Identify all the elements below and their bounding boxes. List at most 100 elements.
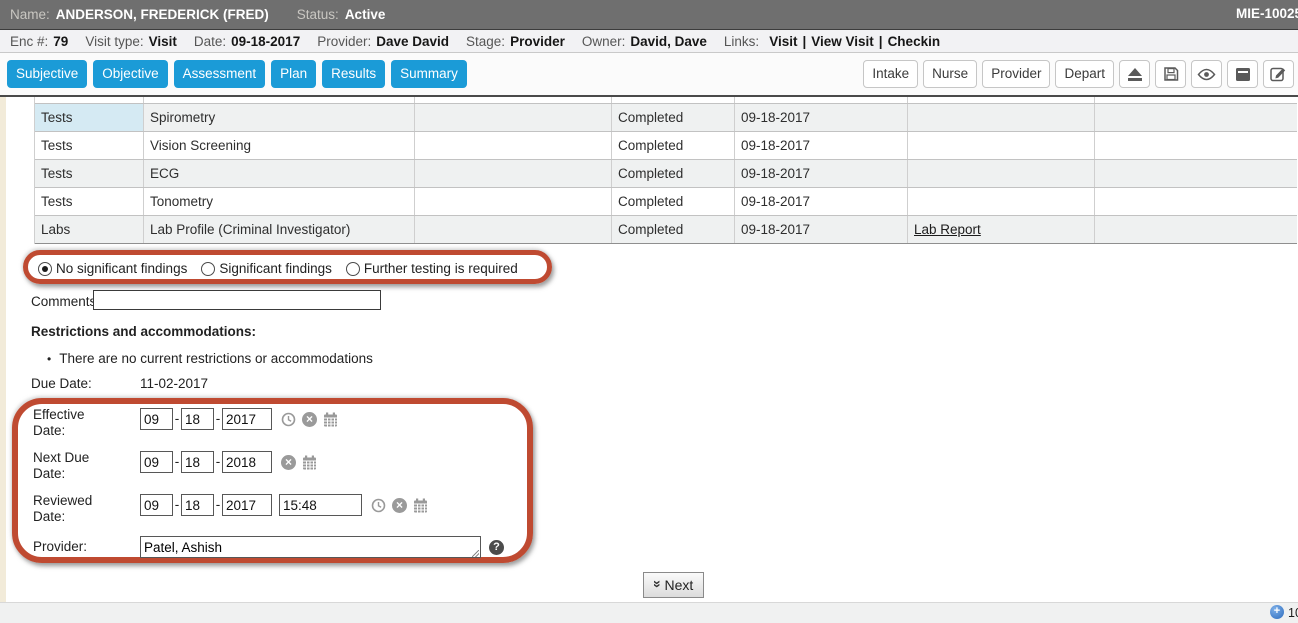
next-button-label: Next bbox=[665, 577, 694, 593]
link-checkin[interactable]: Checkin bbox=[888, 34, 941, 49]
view-button[interactable] bbox=[1191, 60, 1222, 88]
effective-day-input[interactable] bbox=[181, 408, 214, 430]
due-date-label: Due Date: bbox=[31, 376, 92, 391]
cell-status: Completed bbox=[612, 216, 735, 243]
cell-name: Vision Screening bbox=[144, 132, 415, 159]
reviewed-time-input[interactable] bbox=[279, 494, 362, 516]
clear-icon[interactable] bbox=[281, 455, 296, 470]
reviewed-month-input[interactable] bbox=[140, 494, 173, 516]
patient-status-group: Status: Active bbox=[297, 7, 386, 22]
radio-icon[interactable] bbox=[38, 262, 52, 276]
chart-toolbar: Subjective Objective Assessment Plan Res… bbox=[0, 53, 1298, 97]
clear-icon[interactable] bbox=[392, 498, 407, 513]
cell-date: 09-18-2017 bbox=[735, 216, 908, 243]
links-label: Links: bbox=[724, 34, 759, 49]
browser-zoom-icon[interactable] bbox=[1270, 605, 1284, 619]
patient-titlebar: Name: ANDERSON, FREDERICK (FRED) Status:… bbox=[0, 0, 1298, 30]
table-row-spirometry: Tests Spirometry Completed 09-18-2017 bbox=[35, 104, 1297, 132]
tab-assessment[interactable]: Assessment bbox=[174, 60, 266, 88]
save-button[interactable] bbox=[1155, 60, 1186, 88]
depart-button[interactable]: Depart bbox=[1055, 60, 1114, 88]
form-provider-input[interactable] bbox=[140, 536, 481, 558]
calendar-icon[interactable] bbox=[302, 455, 317, 470]
table-row-tonometry: Tests Tonometry Completed 09-18-2017 bbox=[35, 188, 1297, 216]
eject-button[interactable] bbox=[1119, 60, 1150, 88]
date-dash: - bbox=[215, 411, 221, 426]
cell-status: Completed bbox=[612, 104, 735, 131]
tab-objective[interactable]: Objective bbox=[93, 60, 167, 88]
record-id: MIE-10025 bbox=[1236, 6, 1298, 21]
tab-summary[interactable]: Summary bbox=[391, 60, 467, 88]
visit-type-group: Visit type: Visit bbox=[85, 34, 177, 49]
tab-results[interactable]: Results bbox=[322, 60, 385, 88]
findings-radio-group: No significant findings Significant find… bbox=[38, 261, 518, 276]
help-icon[interactable] bbox=[489, 540, 504, 555]
patient-status-value: Active bbox=[345, 7, 386, 22]
calendar-icon[interactable] bbox=[413, 498, 428, 513]
effective-month-input[interactable] bbox=[140, 408, 173, 430]
status-bar bbox=[0, 602, 1298, 623]
enc-number-value: 79 bbox=[53, 34, 68, 49]
reviewed-year-input[interactable] bbox=[222, 494, 272, 516]
date-dash: - bbox=[174, 497, 180, 512]
resize-grip-icon[interactable] bbox=[472, 550, 479, 557]
edit-icon bbox=[1270, 66, 1287, 82]
comments-input[interactable] bbox=[93, 290, 381, 310]
lab-report-link[interactable]: Lab Report bbox=[914, 222, 981, 237]
radio-significant-findings[interactable]: Significant findings bbox=[201, 261, 332, 276]
double-chevron-down-icon: » bbox=[650, 580, 666, 588]
nextdue-month-input[interactable] bbox=[140, 451, 173, 473]
owner-group: Owner: David, Dave bbox=[582, 34, 707, 49]
radio-further-testing[interactable]: Further testing is required bbox=[346, 261, 518, 276]
visit-date-value: 09-18-2017 bbox=[231, 34, 300, 49]
date-dash: - bbox=[215, 497, 221, 512]
owner-label: Owner: bbox=[582, 34, 626, 49]
cell-type: Labs bbox=[35, 216, 144, 243]
restrictions-bullet-item: • There are no current restrictions or ac… bbox=[47, 351, 373, 366]
link-view-visit[interactable]: View Visit bbox=[811, 34, 874, 49]
calendar-icon[interactable] bbox=[323, 412, 338, 427]
visit-type-label: Visit type: bbox=[85, 34, 143, 49]
archive-button[interactable] bbox=[1227, 60, 1258, 88]
nextdue-day-input[interactable] bbox=[181, 451, 214, 473]
next-button[interactable]: » Next bbox=[643, 572, 704, 598]
cell-name: ECG bbox=[144, 160, 415, 187]
clear-icon[interactable] bbox=[302, 412, 317, 427]
clock-icon[interactable] bbox=[371, 498, 386, 513]
owner-value: David, Dave bbox=[630, 34, 707, 49]
table-row-ecg: Tests ECG Completed 09-18-2017 bbox=[35, 160, 1297, 188]
edit-button[interactable] bbox=[1263, 60, 1294, 88]
cell-name: Tonometry bbox=[144, 188, 415, 215]
link-separator: | bbox=[802, 34, 806, 49]
cell-status: Completed bbox=[612, 132, 735, 159]
nextdue-year-input[interactable] bbox=[222, 451, 272, 473]
cell-type: Tests bbox=[35, 188, 144, 215]
radio-no-significant-findings[interactable]: No significant findings bbox=[38, 261, 187, 276]
browser-zoom-level: 100% bbox=[1288, 606, 1298, 620]
chart-tabs: Subjective Objective Assessment Plan Res… bbox=[7, 60, 467, 88]
cell-date: 09-18-2017 bbox=[735, 160, 908, 187]
bullet-icon: • bbox=[47, 352, 51, 366]
date-dash: - bbox=[215, 454, 221, 469]
intake-button[interactable]: Intake bbox=[863, 60, 918, 88]
tab-plan[interactable]: Plan bbox=[271, 60, 316, 88]
clock-icon[interactable] bbox=[281, 412, 296, 427]
cell-date: 09-18-2017 bbox=[735, 132, 908, 159]
effective-year-input[interactable] bbox=[222, 408, 272, 430]
tab-subjective[interactable]: Subjective bbox=[7, 60, 87, 88]
nurse-button[interactable]: Nurse bbox=[923, 60, 977, 88]
reviewed-day-input[interactable] bbox=[181, 494, 214, 516]
provider-button[interactable]: Provider bbox=[982, 60, 1050, 88]
radio-icon[interactable] bbox=[201, 262, 215, 276]
left-margin-strip bbox=[0, 97, 6, 602]
encounter-bar: Enc #: 79 Visit type: Visit Date: 09-18-… bbox=[0, 30, 1298, 53]
visit-date-label: Date: bbox=[194, 34, 226, 49]
radio-icon[interactable] bbox=[346, 262, 360, 276]
patient-name-group: Name: ANDERSON, FREDERICK (FRED) bbox=[10, 7, 269, 22]
cell-type: Tests bbox=[35, 132, 144, 159]
restrictions-bullet-text: There are no current restrictions or acc… bbox=[59, 351, 373, 366]
patient-name-label: Name: bbox=[10, 7, 50, 22]
link-visit[interactable]: Visit bbox=[769, 34, 797, 49]
table-row-vision-screening: Tests Vision Screening Completed 09-18-2… bbox=[35, 132, 1297, 160]
next-due-date-label: Next Due Date: bbox=[33, 450, 89, 482]
